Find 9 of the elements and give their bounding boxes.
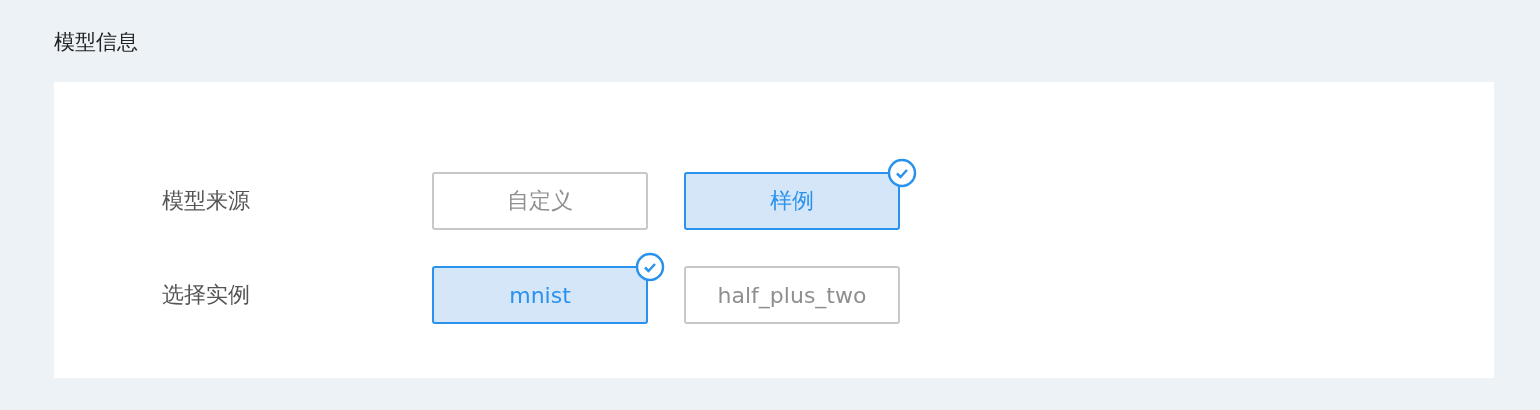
section-title: 模型信息 [54,29,139,56]
option-button[interactable]: 样例 [684,172,900,230]
option-button[interactable]: mnist [432,266,648,324]
check-badge-icon [635,252,665,282]
field-label: 模型来源 [162,187,251,215]
field-label: 选择实例 [162,281,251,309]
option-button[interactable]: half_plus_two [684,266,900,324]
option-button[interactable]: 自定义 [432,172,648,230]
check-badge-icon [887,158,917,188]
